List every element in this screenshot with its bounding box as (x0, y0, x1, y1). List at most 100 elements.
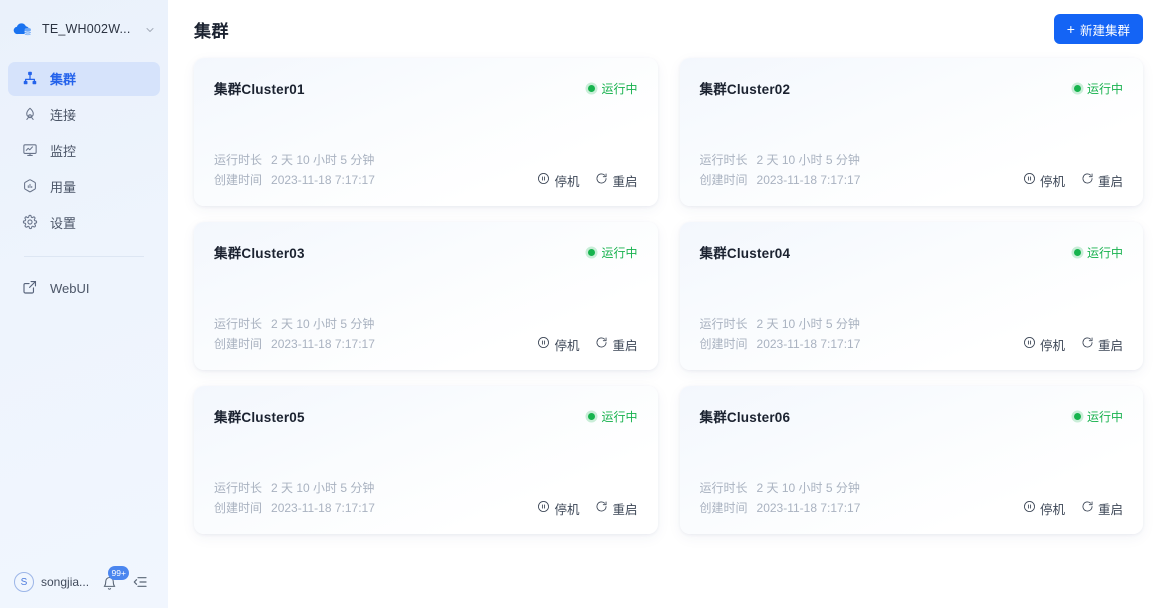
restart-button[interactable]: 重启 (1081, 335, 1123, 354)
created-value: 2023-11-18 7:17:17 (271, 337, 375, 351)
restart-label: 重启 (1097, 502, 1123, 517)
sidebar-item-label: 监控 (50, 143, 77, 159)
workspace-switcher[interactable]: TE_WH002W... (0, 0, 168, 58)
status-badge: 运行中 (588, 244, 638, 261)
pause-circle-icon (1023, 500, 1036, 516)
sidebar-item-label: 集群 (50, 71, 77, 87)
stop-button[interactable]: 停机 (1023, 171, 1065, 190)
stop-button[interactable]: 停机 (537, 335, 579, 354)
restart-button[interactable]: 重启 (1081, 171, 1123, 190)
uptime-row: 运行时长 2 天 10 小时 5 分钟 (214, 478, 638, 498)
cluster-icon (22, 70, 38, 89)
card-footer: 创建时间 2023-11-18 7:17:17 停机 重启 (700, 170, 1124, 190)
stop-label: 停机 (554, 174, 580, 189)
uptime-value: 2 天 10 小时 5 分钟 (756, 317, 860, 331)
restart-icon (1081, 500, 1094, 516)
external-link-icon (22, 279, 38, 298)
uptime-label: 运行时长 (214, 153, 263, 167)
card-body: 运行时长 2 天 10 小时 5 分钟 创建时间 2023-11-18 7:17… (700, 150, 1124, 190)
user-name[interactable]: songjia... (41, 575, 89, 589)
card-actions: 停机 重启 (537, 335, 638, 354)
created-row: 创建时间 2023-11-18 7:17:17 (214, 498, 375, 518)
sidebar-item-label: 用量 (50, 179, 77, 195)
pause-circle-icon (1023, 172, 1036, 188)
pause-circle-icon (537, 336, 550, 352)
restart-button[interactable]: 重启 (1081, 499, 1123, 518)
uptime-value: 2 天 10 小时 5 分钟 (756, 481, 860, 495)
sidebar-item-webui[interactable]: WebUI (8, 271, 160, 305)
restart-button[interactable]: 重启 (595, 335, 638, 354)
created-label: 创建时间 (699, 501, 748, 515)
uptime-row: 运行时长 2 天 10 小时 5 分钟 (700, 150, 1124, 170)
cluster-card[interactable]: 集群Cluster01 运行中 运行时长 2 天 10 小时 5 分钟 创建时间 (194, 58, 658, 206)
cluster-name: 集群Cluster05 (214, 410, 305, 425)
status-label: 运行中 (1086, 409, 1123, 424)
card-body: 运行时长 2 天 10 小时 5 分钟 创建时间 2023-11-18 7:17… (214, 150, 638, 190)
chevron-down-icon[interactable] (144, 23, 156, 35)
stop-button[interactable]: 停机 (537, 499, 579, 518)
card-actions: 停机 重启 (537, 171, 638, 190)
stop-label: 停机 (1039, 174, 1065, 189)
sidebar-nav: 集群 连接 监控 用量 设置 WebUI (0, 58, 168, 305)
card-header: 集群Cluster05 运行中 (214, 406, 638, 426)
cluster-card[interactable]: 集群Cluster06 运行中 运行时长 2 天 10 小时 5 分钟 创建时间 (679, 386, 1143, 534)
created-row: 创建时间 2023-11-18 7:17:17 (214, 170, 375, 190)
restart-label: 重启 (612, 338, 638, 353)
card-actions: 停机 重启 (1023, 499, 1123, 518)
new-cluster-button[interactable]: + 新建集群 (1053, 14, 1143, 44)
cluster-card[interactable]: 集群Cluster05 运行中 运行时长 2 天 10 小时 5 分钟 创建时间 (194, 386, 658, 534)
sidebar-item-monitor[interactable]: 监控 (8, 134, 160, 168)
sidebar-item-usage[interactable]: 用量 (8, 170, 160, 204)
pause-circle-icon (537, 500, 550, 516)
created-value: 2023-11-18 7:17:17 (756, 501, 861, 515)
collapse-sidebar-icon[interactable] (132, 574, 148, 590)
created-label: 创建时间 (699, 337, 748, 351)
card-body: 运行时长 2 天 10 小时 5 分钟 创建时间 2023-11-18 7:17… (700, 314, 1124, 354)
uptime-label: 运行时长 (699, 481, 748, 495)
cluster-card[interactable]: 集群Cluster02 运行中 运行时长 2 天 10 小时 5 分钟 创建时间 (679, 58, 1143, 206)
cluster-card[interactable]: 集群Cluster04 运行中 运行时长 2 天 10 小时 5 分钟 创建时间 (679, 222, 1143, 370)
page-title: 集群 (194, 21, 229, 41)
cluster-name: 集群Cluster04 (699, 246, 791, 261)
uptime-label: 运行时长 (214, 317, 263, 331)
stop-label: 停机 (554, 338, 580, 353)
status-badge: 运行中 (588, 80, 638, 97)
card-footer: 创建时间 2023-11-18 7:17:17 停机 重启 (214, 498, 638, 518)
uptime-value: 2 天 10 小时 5 分钟 (756, 153, 860, 167)
sidebar-item-cluster[interactable]: 集群 (8, 62, 160, 96)
cluster-name: 集群Cluster02 (699, 82, 791, 97)
sidebar-item-settings[interactable]: 设置 (8, 206, 160, 240)
restart-label: 重启 (1097, 338, 1123, 353)
stop-label: 停机 (1039, 338, 1065, 353)
pause-circle-icon (1023, 336, 1036, 352)
uptime-label: 运行时长 (699, 317, 748, 331)
cluster-name: 集群Cluster01 (214, 82, 305, 97)
avatar[interactable]: S (14, 572, 34, 592)
restart-label: 重启 (612, 174, 638, 189)
created-label: 创建时间 (214, 173, 263, 187)
cluster-name: 集群Cluster06 (699, 410, 791, 425)
uptime-label: 运行时长 (699, 153, 748, 167)
status-label: 运行中 (601, 245, 638, 260)
status-dot-icon (1073, 412, 1081, 420)
notifications-button[interactable]: 99+ (102, 566, 130, 591)
stop-button[interactable]: 停机 (1023, 335, 1065, 354)
restart-button[interactable]: 重启 (595, 171, 638, 190)
uptime-row: 运行时长 2 天 10 小时 5 分钟 (214, 150, 638, 170)
sidebar-item-connection[interactable]: 连接 (8, 98, 160, 132)
pause-circle-icon (537, 172, 550, 188)
card-body: 运行时长 2 天 10 小时 5 分钟 创建时间 2023-11-18 7:17… (214, 314, 638, 354)
card-header: 集群Cluster01 运行中 (214, 78, 638, 98)
stop-button[interactable]: 停机 (1023, 499, 1065, 518)
page-header: 集群 + 新建集群 (168, 0, 1168, 58)
card-footer: 创建时间 2023-11-18 7:17:17 停机 重启 (214, 170, 638, 190)
stop-button[interactable]: 停机 (537, 171, 579, 190)
cluster-card[interactable]: 集群Cluster03 运行中 运行时长 2 天 10 小时 5 分钟 创建时间 (194, 222, 658, 370)
card-footer: 创建时间 2023-11-18 7:17:17 停机 重启 (700, 498, 1124, 518)
cluster-grid: 集群Cluster01 运行中 运行时长 2 天 10 小时 5 分钟 创建时间 (168, 58, 1168, 534)
restart-button[interactable]: 重启 (595, 499, 638, 518)
card-header: 集群Cluster03 运行中 (214, 242, 638, 262)
status-badge: 运行中 (1073, 244, 1123, 261)
cloud-database-icon (12, 18, 34, 40)
